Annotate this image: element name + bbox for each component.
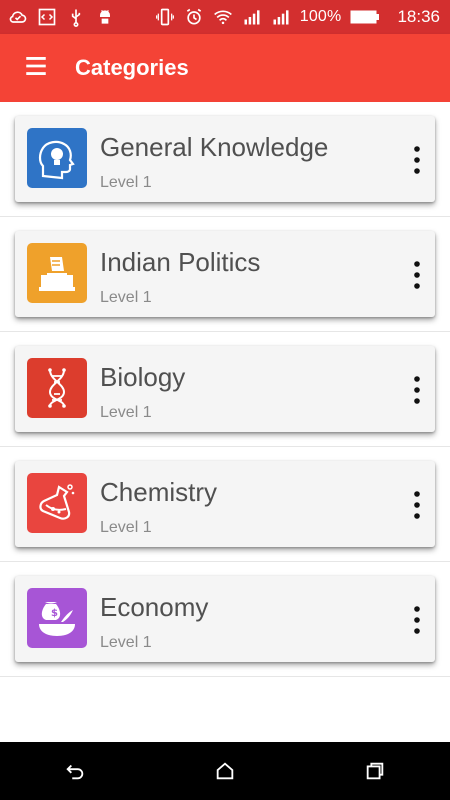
svg-text:$: $ (51, 608, 58, 619)
category-title: Indian Politics (100, 247, 261, 277)
list-item: Chemistry Level 1 (0, 447, 450, 562)
category-card-chemistry[interactable]: Chemistry Level 1 (15, 461, 435, 547)
more-options-button[interactable] (403, 372, 431, 408)
category-level: Level 1 (100, 174, 152, 191)
clock: 18:36 (397, 7, 440, 26)
dna-icon (27, 358, 87, 418)
more-options-button[interactable] (403, 257, 431, 293)
hamburger-menu-icon (23, 53, 49, 84)
signal-icon (242, 7, 262, 27)
cloud-check-icon (8, 7, 28, 27)
category-card-economy[interactable]: $ Economy Level 1 (15, 576, 435, 662)
category-level: Level 1 (100, 634, 152, 651)
list-item: General Knowledge Level 1 (0, 102, 450, 217)
more-vertical-icon (414, 606, 420, 634)
alarm-icon (184, 7, 204, 27)
money-bag-icon: $ (27, 588, 87, 648)
recents-button[interactable] (350, 746, 400, 796)
wifi-icon (213, 7, 233, 27)
category-title: Economy (100, 592, 209, 622)
list-item: $ Economy Level 1 (0, 562, 450, 677)
battery-icon (350, 7, 380, 27)
vibrate-icon (155, 7, 175, 27)
more-options-button[interactable] (403, 487, 431, 523)
back-icon (66, 764, 84, 780)
recents-icon (366, 762, 384, 780)
head-lightbulb-icon (27, 128, 87, 188)
battery-percent: 100% (299, 8, 342, 25)
more-vertical-icon (414, 261, 420, 289)
category-title: General Knowledge (100, 132, 329, 162)
category-card-general-knowledge[interactable]: General Knowledge Level 1 (15, 116, 435, 202)
status-bar-left (8, 7, 115, 27)
more-vertical-icon (414, 491, 420, 519)
home-icon (216, 762, 234, 780)
ballot-box-icon (27, 243, 87, 303)
category-title: Biology (100, 362, 186, 392)
status-bar: 100% 18:36 (0, 0, 450, 34)
category-card-biology[interactable]: Biology Level 1 (15, 346, 435, 432)
android-icon (95, 7, 115, 27)
more-vertical-icon (414, 146, 420, 174)
list-item: Indian Politics Level 1 (0, 217, 450, 332)
category-list: General Knowledge Level 1 Indian Politic… (0, 102, 450, 677)
code-icon (37, 7, 57, 27)
signal-2-icon (271, 7, 291, 27)
back-button[interactable] (50, 746, 100, 796)
more-vertical-icon (414, 376, 420, 404)
menu-button[interactable] (18, 50, 54, 86)
status-bar-right: 100% 18:36 (155, 7, 440, 27)
category-level: Level 1 (100, 404, 152, 421)
home-button[interactable] (200, 746, 250, 796)
category-level: Level 1 (100, 289, 152, 306)
more-options-button[interactable] (403, 142, 431, 178)
app-bar: Categories (0, 34, 450, 102)
category-title: Chemistry (100, 477, 218, 507)
list-item: Biology Level 1 (0, 332, 450, 447)
usb-icon (66, 7, 86, 27)
more-options-button[interactable] (403, 602, 431, 638)
page-title: Categories (75, 55, 189, 80)
category-card-indian-politics[interactable]: Indian Politics Level 1 (15, 231, 435, 317)
navigation-bar (0, 742, 450, 800)
flask-icon (27, 473, 87, 533)
category-level: Level 1 (100, 519, 152, 536)
